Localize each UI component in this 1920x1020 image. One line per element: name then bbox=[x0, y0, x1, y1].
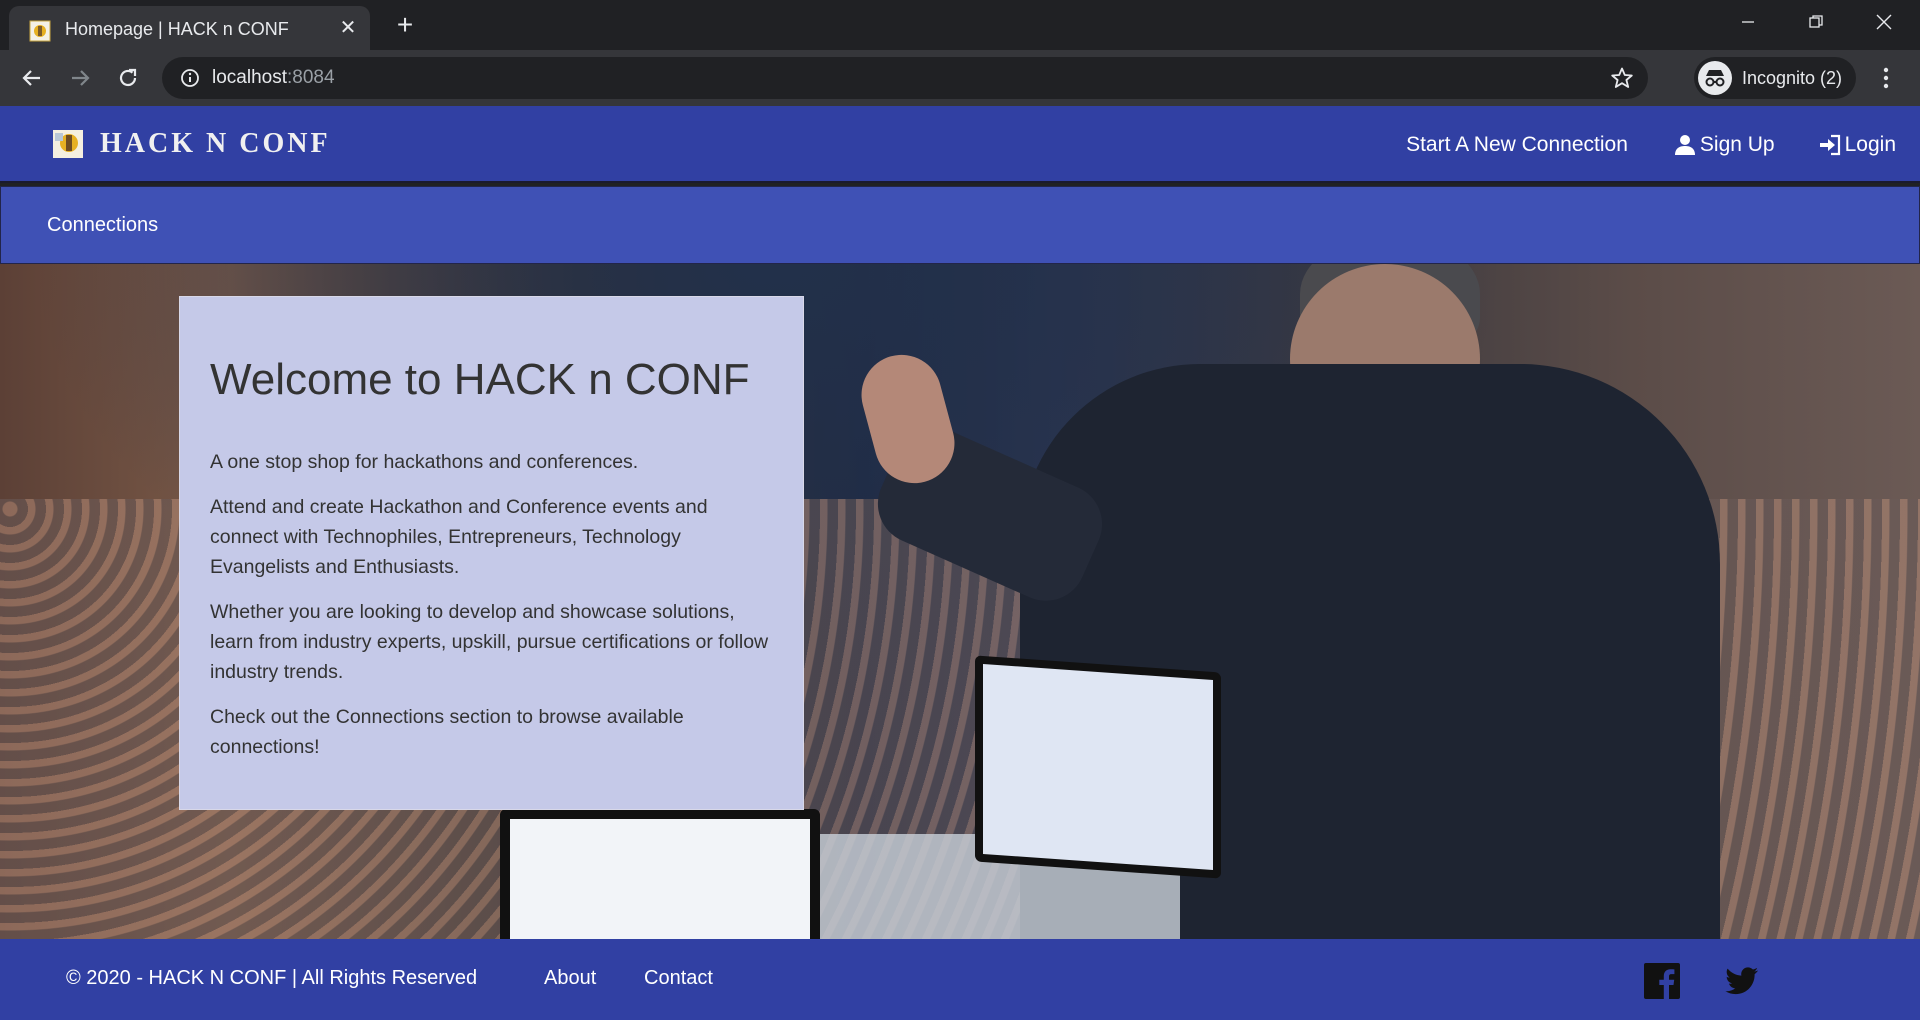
back-arrow-icon[interactable] bbox=[16, 62, 48, 94]
incognito-label: Incognito (2) bbox=[1742, 68, 1843, 88]
sign-up-link[interactable]: Sign Up bbox=[1674, 133, 1775, 157]
twitter-icon[interactable] bbox=[1724, 963, 1760, 999]
logo-icon bbox=[53, 130, 83, 158]
site-footer: © 2020 - HACK N CONF | All Rights Reserv… bbox=[0, 939, 1920, 1020]
login-label: Login bbox=[1844, 133, 1896, 156]
minimize-icon[interactable] bbox=[1716, 0, 1780, 44]
contact-link[interactable]: Contact bbox=[644, 967, 713, 990]
login-icon bbox=[1819, 134, 1840, 156]
login-link[interactable]: Login bbox=[1819, 133, 1896, 157]
start-new-connection-link[interactable]: Start A New Connection bbox=[1406, 133, 1628, 157]
welcome-paragraph: A one stop shop for hackathons and confe… bbox=[210, 451, 639, 473]
copyright-text: © 2020 - HACK N CONF | All Rights Reserv… bbox=[66, 967, 478, 989]
close-window-icon[interactable] bbox=[1852, 0, 1916, 44]
brand-logo[interactable]: HACK n CONF bbox=[52, 128, 331, 160]
secondary-laptop-screen bbox=[500, 809, 820, 939]
tab-close-icon[interactable]: ✕ bbox=[335, 15, 361, 41]
connections-link[interactable]: Connections bbox=[47, 214, 158, 237]
browser-toolbar: localhost:8084 Incognito (2) bbox=[0, 50, 1920, 106]
reload-icon[interactable] bbox=[112, 62, 144, 94]
user-icon bbox=[1674, 135, 1695, 155]
tab-title: Homepage | HACK n CONF bbox=[65, 19, 289, 39]
incognito-icon bbox=[1698, 61, 1732, 95]
welcome-paragraph: Check out the Connections section to bro… bbox=[210, 706, 684, 758]
site-info-icon[interactable] bbox=[180, 68, 200, 88]
new-tab-icon[interactable]: + bbox=[390, 10, 420, 40]
brand-name: HACK n CONF bbox=[100, 128, 331, 159]
site-header: HACK n CONF Start A New Connection Sign … bbox=[0, 106, 1920, 183]
facebook-icon[interactable] bbox=[1644, 963, 1680, 999]
browser-menu-icon[interactable] bbox=[1874, 62, 1898, 94]
url-text[interactable]: localhost:8084 bbox=[212, 67, 335, 89]
header-nav: Start A New Connection Sign Up Login bbox=[1406, 133, 1896, 157]
sub-navigation: Connections bbox=[0, 186, 1920, 264]
bookmark-star-icon[interactable] bbox=[1610, 66, 1634, 90]
sign-up-label: Sign Up bbox=[1699, 133, 1775, 156]
welcome-paragraph: Attend and create Hackathon and Conferen… bbox=[210, 496, 708, 578]
about-link[interactable]: About bbox=[544, 967, 596, 990]
laptop-screen bbox=[975, 655, 1221, 879]
site-favicon-icon bbox=[29, 20, 51, 42]
browser-tab[interactable]: Homepage | HACK n CONF ✕ bbox=[9, 6, 370, 50]
welcome-title: Welcome to HACK n CONF bbox=[210, 355, 750, 404]
welcome-panel: Welcome to HACK n CONF A one stop shop f… bbox=[179, 296, 804, 810]
forward-arrow-icon[interactable] bbox=[64, 62, 96, 94]
welcome-paragraph: Whether you are looking to develop and s… bbox=[210, 601, 769, 683]
restore-icon[interactable] bbox=[1784, 0, 1848, 44]
incognito-badge[interactable]: Incognito (2) bbox=[1694, 57, 1856, 99]
address-bar[interactable]: localhost:8084 bbox=[162, 57, 1648, 99]
browser-tab-strip: Homepage | HACK n CONF ✕ + bbox=[0, 0, 1920, 50]
